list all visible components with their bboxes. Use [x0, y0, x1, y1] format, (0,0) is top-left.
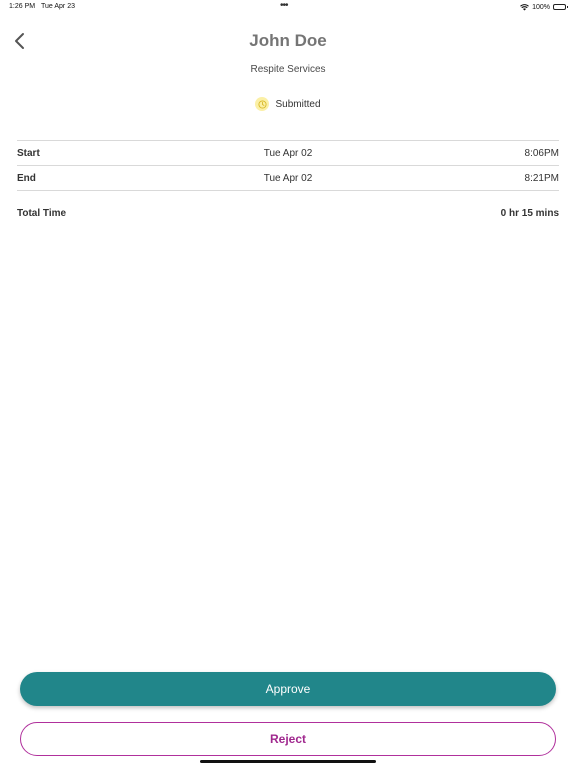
- end-row: End Tue Apr 02 8:21PM: [17, 166, 559, 191]
- page-title: John Doe: [249, 31, 327, 50]
- status-date: Tue Apr 23: [41, 3, 75, 10]
- approve-button[interactable]: Approve: [20, 672, 556, 706]
- status-bar: 1:26 PM Tue Apr 23 ••• 100%: [0, 0, 576, 14]
- status-time: 1:26 PM: [9, 3, 36, 10]
- multitasking-dots-icon[interactable]: •••: [280, 1, 296, 11]
- start-time: 8:06PM: [524, 148, 559, 159]
- end-time: 8:21PM: [524, 173, 559, 184]
- start-row: Start Tue Apr 02 8:06PM: [17, 140, 559, 166]
- total-time-value: 0 hr 15 mins: [500, 208, 559, 219]
- total-time-label: Total Time: [17, 208, 67, 219]
- clock-icon: [255, 97, 270, 111]
- battery-percent: 100%: [532, 3, 550, 11]
- battery-icon: [553, 4, 568, 10]
- end-date: Tue Apr 02: [263, 173, 313, 184]
- status-label: Submitted: [275, 98, 321, 110]
- start-date: Tue Apr 02: [263, 148, 313, 159]
- reject-button[interactable]: Reject: [20, 722, 556, 756]
- service-type: Respite Services: [250, 64, 326, 75]
- time-entries: Start Tue Apr 02 8:06PM End Tue Apr 02 8…: [17, 140, 559, 191]
- status-indicators: 100%: [520, 2, 568, 12]
- wifi-icon: [520, 3, 529, 11]
- status-badge: Submitted: [0, 97, 576, 111]
- total-time-row: Total Time 0 hr 15 mins: [17, 208, 559, 222]
- home-indicator: [200, 760, 376, 763]
